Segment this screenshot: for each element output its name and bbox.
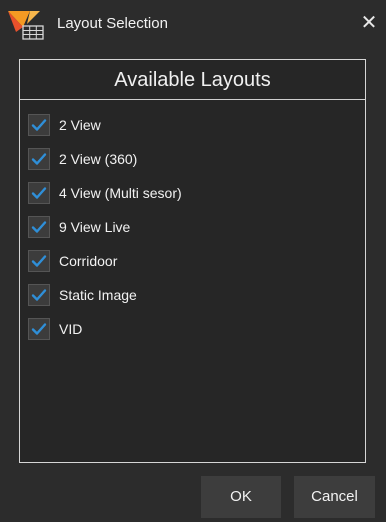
checkmark-icon: [31, 153, 47, 165]
layout-item-label: Corridoor: [59, 253, 118, 269]
checkmark-icon: [31, 119, 47, 131]
available-layouts-panel: Available Layouts 2 View 2 View (360) 4 Vi…: [19, 59, 366, 463]
checkmark-icon: [31, 221, 47, 233]
panel-header: Available Layouts: [20, 60, 365, 100]
layout-item-label: 2 View: [59, 117, 101, 133]
layout-checkbox[interactable]: [28, 182, 50, 204]
layout-checkbox[interactable]: [28, 148, 50, 170]
checkmark-icon: [31, 255, 47, 267]
checkmark-icon: [31, 187, 47, 199]
close-button[interactable]: ✕: [356, 10, 382, 36]
layout-item-label: 9 View Live: [59, 219, 131, 235]
layout-selection-dialog: Layout Selection ✕ Available Layouts 2 V…: [0, 0, 386, 522]
layout-item[interactable]: Corridoor: [28, 244, 348, 278]
cancel-button[interactable]: Cancel: [294, 476, 375, 518]
layout-item-label: VID: [59, 321, 83, 337]
checkmark-icon: [31, 323, 47, 335]
layout-item[interactable]: 2 View: [28, 108, 348, 142]
layout-item-label: Static Image: [59, 287, 137, 303]
dialog-title: Layout Selection: [57, 15, 168, 32]
layout-item[interactable]: 4 View (Multi sesor): [28, 176, 348, 210]
layout-item-label: 4 View (Multi sesor): [59, 185, 182, 201]
layout-checkbox[interactable]: [28, 318, 50, 340]
layout-list: 2 View 2 View (360) 4 View (Multi sesor) 9 …: [28, 108, 348, 346]
close-icon: ✕: [360, 12, 378, 34]
layout-checkbox[interactable]: [28, 284, 50, 306]
layout-item[interactable]: 2 View (360): [28, 142, 348, 176]
ok-button[interactable]: OK: [201, 476, 281, 518]
layout-item[interactable]: 9 View Live: [28, 210, 348, 244]
app-logo-icon: [6, 8, 46, 42]
layout-checkbox[interactable]: [28, 114, 50, 136]
layout-item[interactable]: VID: [28, 312, 348, 346]
layout-checkbox[interactable]: [28, 250, 50, 272]
layout-item[interactable]: Static Image: [28, 278, 348, 312]
layout-item-label: 2 View (360): [59, 151, 138, 167]
checkmark-icon: [31, 289, 47, 301]
title-bar: Layout Selection ✕: [0, 0, 386, 48]
layout-checkbox[interactable]: [28, 216, 50, 238]
